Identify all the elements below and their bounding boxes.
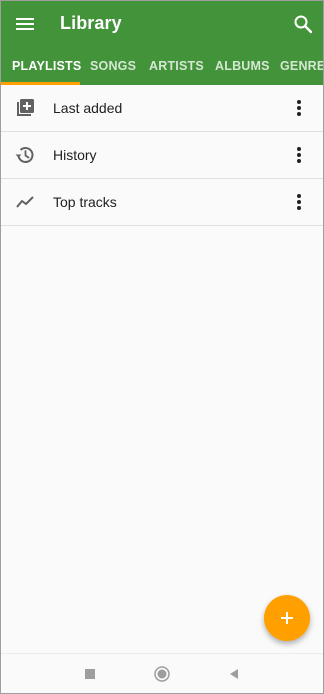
recents-square-icon[interactable]	[81, 665, 99, 683]
playlist-list: Last added History Top tracks	[1, 85, 323, 226]
list-item-last-added[interactable]: Last added	[1, 85, 323, 132]
tab-albums[interactable]: ALBUMS	[215, 47, 270, 85]
toolbar: Library	[1, 1, 323, 47]
tab-playlists[interactable]: PLAYLISTS	[12, 47, 81, 85]
list-item-history[interactable]: History	[1, 132, 323, 179]
home-circle-icon[interactable]	[153, 665, 171, 683]
more-vert-icon[interactable]	[289, 145, 309, 165]
app-screen: Library PLAYLISTS SONGS ARTISTS ALBUMS G…	[1, 1, 323, 693]
playlist-add-icon	[14, 97, 36, 119]
more-vert-icon[interactable]	[289, 98, 309, 118]
page-title: Library	[60, 13, 122, 33]
list-item-label: Top tracks	[53, 194, 117, 210]
hamburger-menu-icon[interactable]	[13, 12, 37, 36]
back-triangle-icon[interactable]	[225, 665, 243, 683]
tab-artists[interactable]: ARTISTS	[149, 47, 204, 85]
list-item-label: Last added	[53, 100, 123, 116]
history-icon	[14, 144, 36, 166]
tab-songs[interactable]: SONGS	[90, 47, 136, 85]
tab-genres[interactable]: GENRES	[280, 47, 323, 85]
more-vert-icon[interactable]	[289, 192, 309, 212]
tab-bar: PLAYLISTS SONGS ARTISTS ALBUMS GENRES	[1, 47, 323, 85]
list-item-top-tracks[interactable]: Top tracks	[1, 179, 323, 226]
app-bar: Library PLAYLISTS SONGS ARTISTS ALBUMS G…	[1, 1, 323, 85]
list-item-label: History	[53, 147, 97, 163]
search-icon[interactable]	[291, 12, 315, 36]
trending-up-icon	[14, 191, 36, 213]
plus-icon	[281, 612, 293, 624]
system-nav-bar	[1, 653, 323, 693]
add-playlist-button[interactable]	[264, 595, 310, 641]
